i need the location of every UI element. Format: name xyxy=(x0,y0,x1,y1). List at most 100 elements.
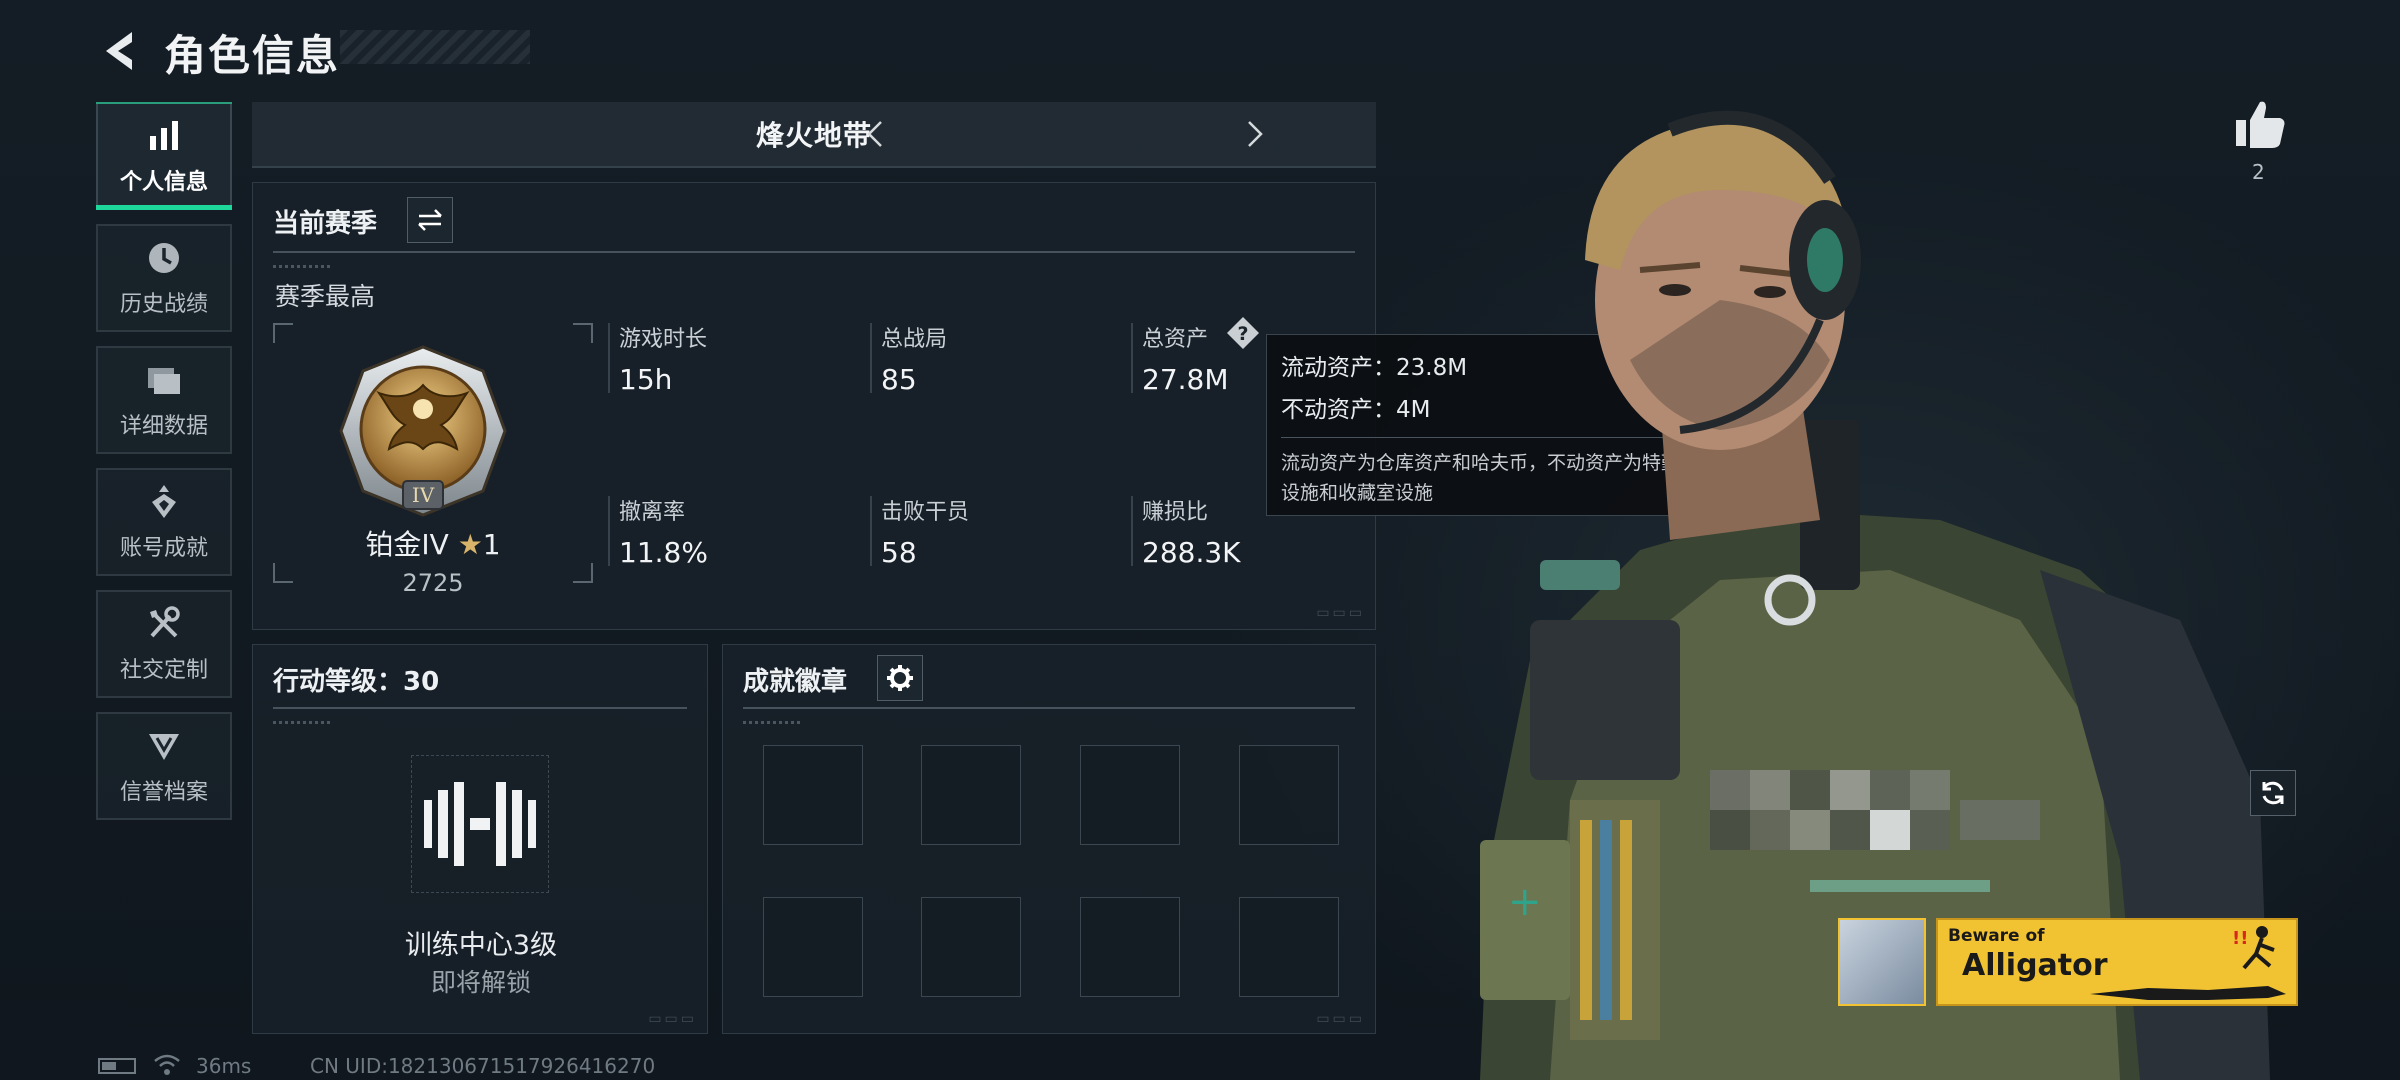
running-figure-icon: !! xyxy=(2232,926,2275,970)
achievements-settings-button[interactable] xyxy=(877,655,923,701)
decor-mark: ▭▭▭ xyxy=(1316,1011,1365,1027)
achievements-panel: 成就徽章 ▭▭▭ xyxy=(722,644,1376,1034)
decor-mark xyxy=(273,265,333,268)
season-best-label: 赛季最高 xyxy=(275,282,376,311)
decor-mark xyxy=(273,721,333,724)
rank-emblem-icon: IV xyxy=(339,345,507,517)
achievement-icon xyxy=(152,485,176,518)
chevron-right-icon xyxy=(1248,121,1263,147)
stat-divider xyxy=(870,496,872,566)
decor-mark: ▭▭▭ xyxy=(648,1011,697,1027)
back-arrow-icon xyxy=(106,32,132,70)
title-decoration xyxy=(340,30,530,64)
stat-value: 288.3K xyxy=(1142,536,1241,569)
refresh-button[interactable] xyxy=(2250,770,2296,816)
svg-text:!!: !! xyxy=(2232,928,2248,949)
stat-label: 游戏时长 xyxy=(619,327,708,352)
stat-profit-loss-ratio: 赚损比 288.3K xyxy=(1142,494,1241,569)
help-icon: ? xyxy=(1227,317,1259,349)
decor-mark: ▭▭▭ xyxy=(1316,605,1365,621)
badge-slot[interactable] xyxy=(1239,745,1339,845)
dumbbell-icon xyxy=(424,782,536,866)
season-panel: 当前赛季 赛季最高 IV 铂金IV ★1 2725 游戏时长 15h 总战局 8… xyxy=(252,182,1376,630)
badge-slot[interactable] xyxy=(921,897,1021,997)
action-level-heading: 行动等级：30 xyxy=(273,667,440,697)
mode-selector-bar: 烽火地带 xyxy=(252,102,1376,168)
stat-extraction-rate: 撤离率 11.8% xyxy=(619,494,708,569)
mode-prev-button[interactable] xyxy=(854,112,898,156)
player-uid: CN UID:18213067151792​6416270 xyxy=(310,1054,656,1078)
badge-slot[interactable] xyxy=(921,745,1021,845)
sidebar-item-account-achievements[interactable]: 账号成就 xyxy=(96,468,232,576)
battery-icon xyxy=(98,1058,136,1074)
svg-text:+: + xyxy=(1508,879,1542,925)
emblem-numeral: IV xyxy=(412,483,435,507)
refresh-icon xyxy=(2262,781,2284,805)
stat-value: 58 xyxy=(881,536,917,569)
stat-play-time: 游戏时长 15h xyxy=(619,321,707,396)
rank-title: 铂金IV ★1 xyxy=(273,523,593,563)
bar-chart-icon xyxy=(150,121,178,150)
assets-help-button[interactable]: ? xyxy=(1225,315,1261,351)
stat-total-assets: 总资产 27.8M xyxy=(1142,321,1229,396)
ping-readout: 36ms xyxy=(196,1054,252,1078)
stat-value: 27.8M xyxy=(1142,363,1229,396)
stat-divider xyxy=(870,323,872,393)
sidebar-item-detailed-data[interactable]: 详细数据 xyxy=(96,346,232,454)
svg-text:?: ? xyxy=(1237,323,1248,345)
badge-slot[interactable] xyxy=(1080,897,1180,997)
alligator-icon xyxy=(2090,986,2286,1000)
stat-value: 85 xyxy=(881,363,917,396)
decor-mark xyxy=(743,721,803,724)
sidebar-item-credit-record[interactable]: 信誉档案 xyxy=(96,712,232,820)
sidebar-item-label: 社交定制 xyxy=(119,658,208,683)
event-banner[interactable]: Beware of Alligator !! xyxy=(1936,918,2298,1006)
stat-divider xyxy=(1131,496,1133,566)
thumbs-up-icon xyxy=(2236,101,2285,148)
badge-slot[interactable] xyxy=(763,745,863,845)
badge-slot[interactable] xyxy=(1239,897,1339,997)
unlock-status: 即将解锁 xyxy=(430,968,531,997)
banner-line2: Alligator xyxy=(1962,948,2108,983)
badge-slot[interactable] xyxy=(1080,745,1180,845)
stat-divider xyxy=(1131,323,1133,393)
tools-icon xyxy=(150,606,180,638)
stat-operators-defeated: 击败干员 58 xyxy=(881,494,969,569)
sidebar-item-social-custom[interactable]: 社交定制 xyxy=(96,590,232,698)
sidebar-item-label: 账号成就 xyxy=(119,536,208,561)
gear-icon xyxy=(887,665,913,691)
sidebar-item-match-history[interactable]: 历史战绩 xyxy=(96,224,232,332)
sidebar-item-personal-info[interactable]: 个人信息 xyxy=(96,102,232,210)
stat-divider xyxy=(608,323,610,393)
unlock-icon-frame xyxy=(411,755,549,893)
sidebar-item-label: 信誉档案 xyxy=(119,780,208,805)
stat-label: 赚损比 xyxy=(1142,500,1209,525)
divider xyxy=(273,707,687,709)
sidebar-item-label: 历史战绩 xyxy=(119,292,208,317)
star-icon: ★ xyxy=(457,528,483,561)
clock-history-icon xyxy=(149,243,179,273)
divider xyxy=(273,251,1355,253)
banner-avatar xyxy=(1838,918,1926,1006)
back-button[interactable] xyxy=(96,26,146,76)
stat-label: 总战局 xyxy=(881,327,948,352)
like-count: 2 xyxy=(2252,160,2265,184)
mode-next-button[interactable] xyxy=(1232,112,1276,156)
action-level-panel: 行动等级：30 训练中心3级 即将解锁 ▭▭▭ xyxy=(252,644,708,1034)
badge-slot[interactable] xyxy=(763,897,863,997)
like-button[interactable] xyxy=(2230,94,2290,154)
unlock-name: 训练中心3级 xyxy=(404,930,558,961)
banner-line1: Beware of xyxy=(1948,926,2045,946)
stat-label: 击败干员 xyxy=(881,500,970,525)
stat-value: 15h xyxy=(619,363,673,396)
season-switch-button[interactable] xyxy=(407,197,453,243)
shield-badge-icon xyxy=(149,734,179,760)
wifi-icon xyxy=(154,1054,180,1075)
sidebar-item-label: 个人信息 xyxy=(119,170,208,195)
rank-name: 铂金IV xyxy=(365,528,449,561)
season-heading: 当前赛季 xyxy=(273,209,378,239)
corner-decor xyxy=(573,323,593,343)
divider xyxy=(743,707,1355,709)
swap-icon xyxy=(418,209,442,231)
rank-stars: 1 xyxy=(482,528,501,561)
